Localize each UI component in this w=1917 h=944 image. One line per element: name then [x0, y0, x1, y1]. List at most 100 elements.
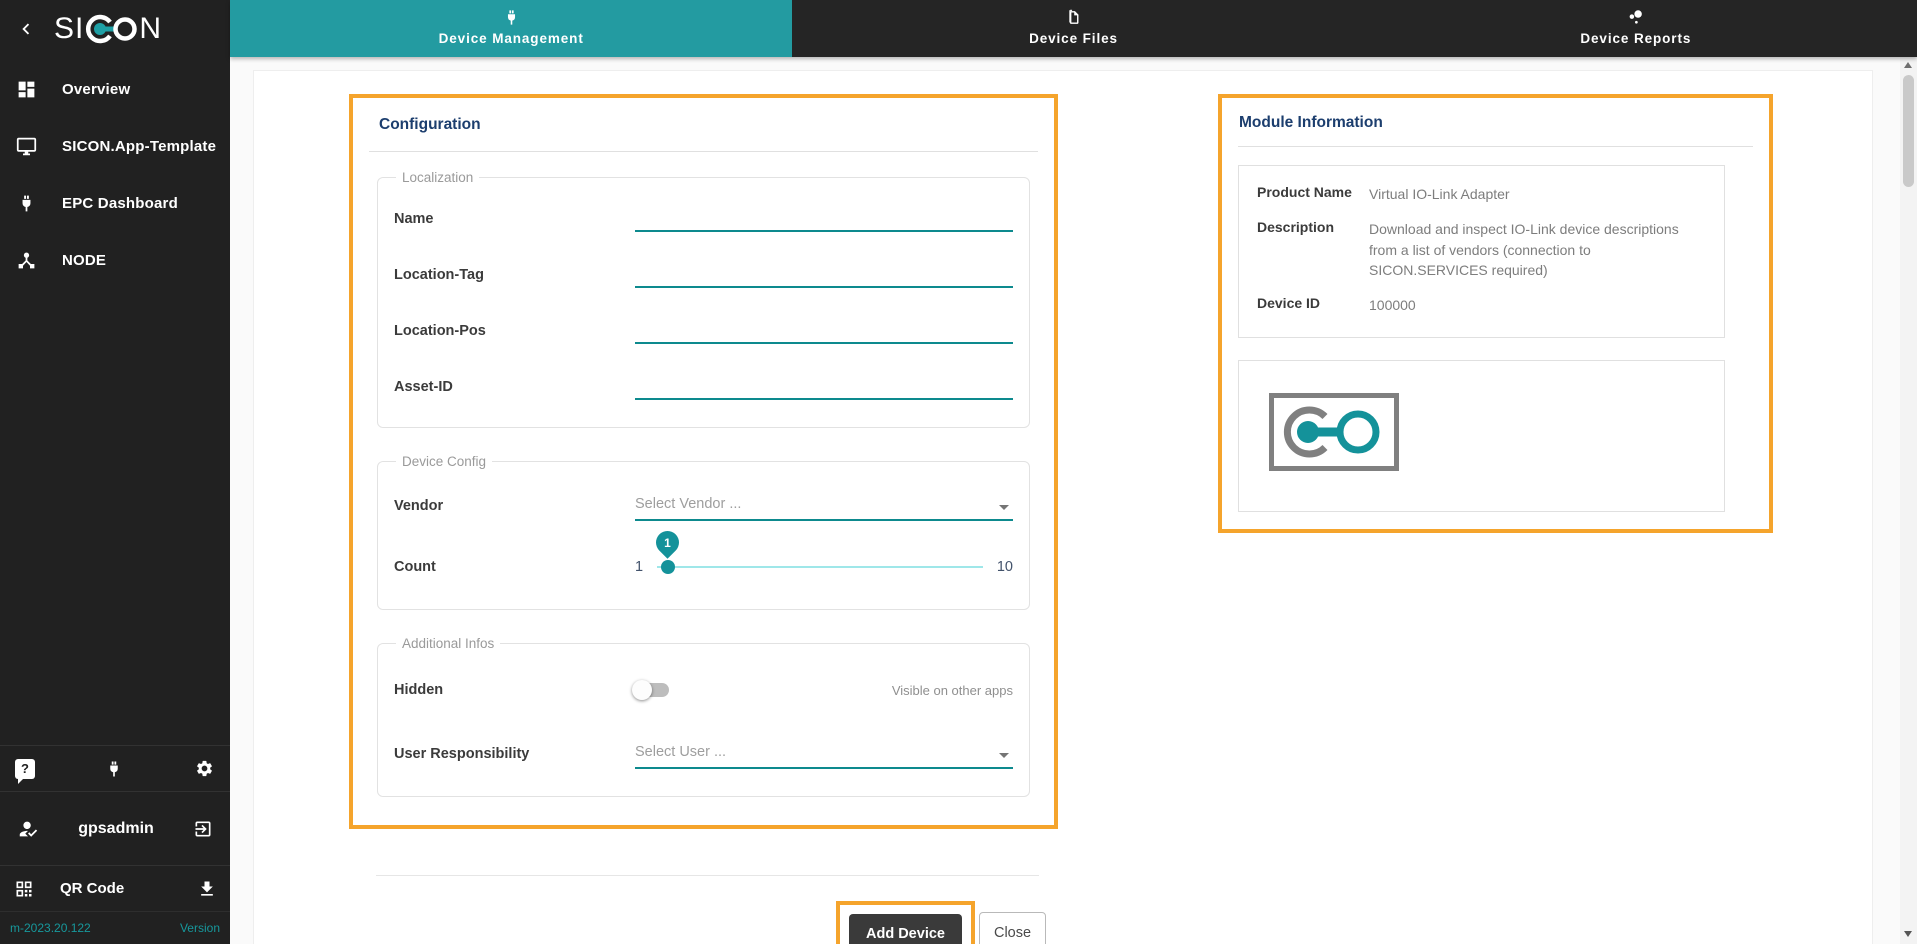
- device-config-fieldset: Device Config Vendor Select Vendor ...: [377, 454, 1030, 610]
- additional-infos-legend: Additional Infos: [396, 636, 500, 651]
- help-icon[interactable]: ?: [15, 759, 35, 779]
- chevron-left-icon[interactable]: [12, 15, 40, 43]
- add-device-button[interactable]: Add Device: [849, 914, 962, 944]
- tab-device-reports[interactable]: Device Reports: [1355, 0, 1917, 57]
- asset-id-input[interactable]: [635, 374, 1013, 400]
- tabbar: Device Management Device Files Device Re…: [230, 0, 1917, 57]
- user-responsibility-label: User Responsibility: [394, 746, 635, 762]
- sidebar-item-epc-dashboard[interactable]: EPC Dashboard: [0, 175, 230, 232]
- tab-device-files[interactable]: Device Files: [792, 0, 1354, 57]
- user-placeholder: Select User ...: [635, 744, 726, 760]
- actions-divider: [376, 875, 1039, 876]
- logo-text-left: SI: [54, 14, 84, 44]
- logo-text-right: N: [139, 14, 162, 44]
- device-config-legend: Device Config: [396, 454, 492, 469]
- sidebar-item-label: EPC Dashboard: [62, 195, 178, 212]
- user-select[interactable]: Select User ...: [635, 739, 1013, 769]
- divider: [1238, 146, 1753, 147]
- co-logo-icon: [1282, 403, 1386, 461]
- scroll-up-arrow-icon[interactable]: [1904, 62, 1912, 68]
- sidebar-item-label: NODE: [62, 252, 106, 269]
- user-row: gpsadmin: [0, 791, 230, 865]
- user-check-icon: [16, 817, 40, 841]
- configuration-title: Configuration: [379, 116, 1030, 134]
- module-information-panel: Module Information Product Name Virtual …: [1218, 94, 1773, 533]
- dashboard-icon: [14, 78, 38, 102]
- device-hub-icon: [14, 249, 38, 273]
- count-slider: 1 1 10: [635, 559, 1013, 575]
- module-logo: [1269, 393, 1399, 471]
- settings-gear-icon[interactable]: [193, 758, 215, 780]
- name-label: Name: [394, 211, 635, 227]
- sidebar-item-label: SICON.App-Template: [62, 138, 216, 155]
- monitor-icon: [14, 135, 38, 159]
- location-pos-input[interactable]: [635, 318, 1013, 344]
- sidebar-item-overview[interactable]: Overview: [0, 61, 230, 118]
- module-row-description: Description Download and inspect IO-Link…: [1257, 219, 1706, 280]
- bubble-chart-icon: [1627, 7, 1645, 27]
- tab-device-management[interactable]: Device Management: [230, 0, 792, 57]
- localization-fieldset: Localization Name Location-Tag Location-…: [377, 170, 1030, 428]
- version-number: m-2023.20.122: [10, 921, 91, 935]
- name-input[interactable]: [635, 206, 1013, 232]
- content-area: Configuration Localization Name Location…: [230, 57, 1917, 944]
- close-button[interactable]: Close: [979, 912, 1046, 944]
- plug-icon[interactable]: [103, 758, 125, 780]
- qr-code-button[interactable]: QR Code: [0, 865, 230, 911]
- file-icon: [1065, 7, 1082, 27]
- asset-id-label: Asset-ID: [394, 379, 635, 395]
- product-name-label: Product Name: [1257, 184, 1369, 204]
- main-area: Device Management Device Files Device Re…: [230, 0, 1917, 944]
- location-tag-label: Location-Tag: [394, 267, 635, 283]
- form-row-count: Count 1 1: [394, 536, 1013, 597]
- slider-thumb[interactable]: [661, 560, 675, 574]
- sidebar: SI N Overview SIC: [0, 0, 230, 944]
- location-tag-input[interactable]: [635, 262, 1013, 288]
- module-row-product-name: Product Name Virtual IO-Link Adapter: [1257, 184, 1706, 204]
- module-info-card: Product Name Virtual IO-Link Adapter Des…: [1238, 165, 1725, 338]
- hidden-hint: Visible on other apps: [892, 683, 1013, 698]
- device-id-label: Device ID: [1257, 295, 1369, 315]
- version-row: m-2023.20.122 Version: [0, 911, 230, 944]
- qr-code-icon: [12, 877, 36, 901]
- slider-track[interactable]: 1: [657, 566, 983, 568]
- module-information-title: Module Information: [1239, 114, 1753, 132]
- qr-code-label: QR Code: [60, 880, 196, 897]
- hidden-toggle[interactable]: [635, 683, 669, 697]
- actions-bar: Add Device Close: [836, 901, 1046, 944]
- vertical-scrollbar[interactable]: [1900, 57, 1917, 944]
- form-row-location-pos: Location-Pos: [394, 303, 1013, 359]
- scroll-down-arrow-icon[interactable]: [1904, 931, 1912, 937]
- sidebar-item-app-template[interactable]: SICON.App-Template: [0, 118, 230, 175]
- sidebar-spacer: [0, 289, 230, 745]
- plug-icon: [503, 7, 520, 27]
- sidebar-item-node[interactable]: NODE: [0, 232, 230, 289]
- form-row-hidden: Hidden Visible on other apps: [394, 657, 1013, 723]
- module-logo-card: [1238, 360, 1725, 512]
- version-label: Version: [180, 921, 220, 935]
- app-root: SI N Overview SIC: [0, 0, 1917, 944]
- plug-icon: [14, 192, 38, 216]
- sidebar-utility-row: ?: [0, 745, 230, 791]
- logout-icon[interactable]: [192, 818, 214, 840]
- product-name-value: Virtual IO-Link Adapter: [1369, 184, 1706, 204]
- count-label: Count: [394, 559, 635, 575]
- form-row-location-tag: Location-Tag: [394, 247, 1013, 303]
- sicon-logo-mark-icon: [85, 11, 138, 47]
- content-card: Configuration Localization Name Location…: [253, 70, 1873, 944]
- device-id-value: 100000: [1369, 295, 1706, 315]
- slider-value: 1: [656, 531, 679, 554]
- dropdown-arrow-icon: [999, 753, 1009, 758]
- slider-min-label: 1: [635, 559, 643, 575]
- configuration-panel: Configuration Localization Name Location…: [349, 94, 1058, 829]
- download-icon[interactable]: [196, 878, 218, 900]
- sicon-logo: SI N: [54, 11, 162, 47]
- sidebar-header: SI N: [0, 0, 230, 57]
- form-row-user-responsibility: User Responsibility Select User ...: [394, 723, 1013, 784]
- add-device-highlight: Add Device: [836, 901, 975, 944]
- dropdown-arrow-icon: [999, 505, 1009, 510]
- divider: [369, 151, 1038, 152]
- slider-value-bubble: 1: [651, 526, 684, 559]
- vendor-select[interactable]: Select Vendor ...: [635, 491, 1013, 521]
- scrollbar-thumb[interactable]: [1903, 75, 1914, 187]
